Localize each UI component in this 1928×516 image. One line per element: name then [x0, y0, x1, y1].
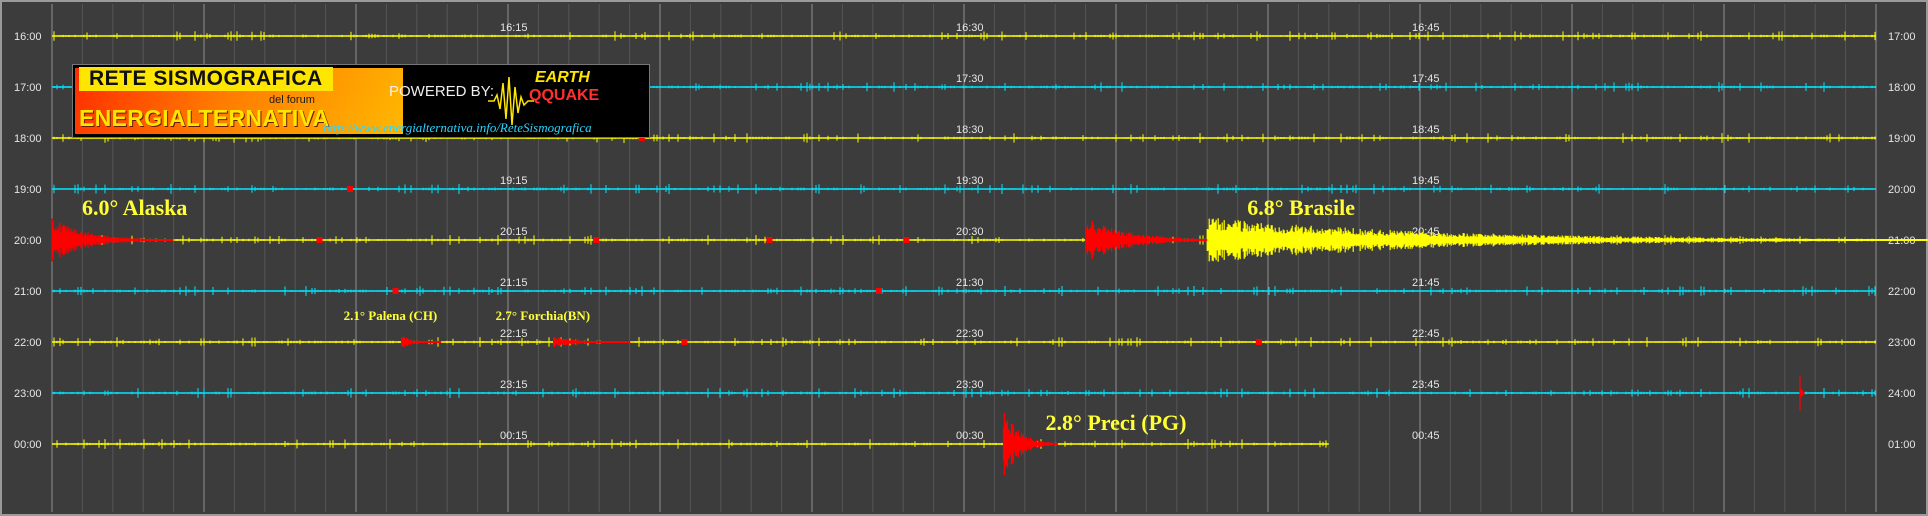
- detection-marker: [875, 288, 882, 294]
- seismic-event-waveform: [1799, 375, 1805, 411]
- row-end-time-label: 18:00: [1888, 82, 1916, 94]
- row-mid-time-label: 17:45: [1412, 73, 1440, 85]
- detection-marker: [593, 237, 600, 243]
- row-start-time-label: 17:00: [14, 82, 42, 94]
- row-mid-time-label: 22:45: [1412, 328, 1440, 340]
- row-mid-time-label: 21:45: [1412, 277, 1440, 289]
- row-mid-time-label: 19:45: [1412, 175, 1440, 187]
- row-mid-time-label: 16:15: [500, 22, 528, 34]
- row-mid-time-label: 00:15: [500, 430, 528, 442]
- event-annotation: 6.0° Alaska: [82, 195, 187, 220]
- row-mid-time-label: 00:45: [1412, 430, 1440, 442]
- detection-marker: [392, 288, 399, 294]
- row-end-time-label: 01:00: [1888, 439, 1916, 451]
- detection-marker: [346, 186, 353, 192]
- row-mid-time-label: 00:30: [956, 430, 984, 442]
- earthquake-logo-line1: EARTH: [535, 69, 590, 86]
- row-start-time-label: 22:00: [14, 337, 42, 349]
- row-start-time-label: 18:00: [14, 133, 42, 145]
- row-mid-time-label: 23:30: [956, 379, 984, 391]
- row-end-time-label: 20:00: [1888, 184, 1916, 196]
- seismic-event-waveform: [401, 336, 442, 348]
- row-end-time-label: 22:00: [1888, 286, 1916, 298]
- row-end-time-label: 17:00: [1888, 31, 1916, 43]
- event-annotation: 6.8° Brasile: [1247, 195, 1355, 220]
- row-start-time-label: 19:00: [14, 184, 42, 196]
- network-url: http://www.energialternativa.info/ReteSi…: [323, 120, 592, 135]
- powered-by-label: POWERED BY:: [389, 83, 495, 100]
- earthquake-logo-line2: QQUAKE: [529, 87, 600, 104]
- row-start-time-label: 16:00: [14, 31, 42, 43]
- row-end-time-label: 24:00: [1888, 388, 1916, 400]
- row-start-time-label: 23:00: [14, 388, 42, 400]
- network-logo-banner: RETE SISMOGRAFICA del forum ENERGIALTERN…: [72, 64, 650, 138]
- row-mid-time-label: 20:15: [500, 226, 528, 238]
- row-mid-time-label: 18:45: [1412, 124, 1440, 136]
- row-start-time-label: 20:00: [14, 235, 42, 247]
- row-end-time-label: 19:00: [1888, 133, 1916, 145]
- row-mid-time-label: 22:15: [500, 328, 528, 340]
- seismograph-frame: 16:00 17:00 16:15 16:30 16:45 17:00 18:00 17:30…: [0, 0, 1928, 516]
- row-mid-time-label: 16:45: [1412, 22, 1440, 34]
- logo-title: RETE SISMOGRAFICA: [79, 67, 333, 91]
- logo-brand: ENERGIALTERNATIVA: [79, 105, 330, 131]
- row-mid-time-label: 19:30: [956, 175, 984, 187]
- row-start-time-label: 21:00: [14, 286, 42, 298]
- row-mid-time-label: 17:30: [956, 73, 984, 85]
- event-annotation: 2.7° Forchia(BN): [496, 308, 591, 323]
- row-mid-time-label: 18:30: [956, 124, 984, 136]
- event-annotation: 2.8° Preci (PG): [1046, 410, 1187, 435]
- row-start-time-label: 00:00: [14, 439, 42, 451]
- row-mid-time-label: 23:15: [500, 379, 528, 391]
- seismic-event-waveform: [1206, 218, 1928, 262]
- row-mid-time-label: 23:45: [1412, 379, 1440, 391]
- row-mid-time-label: 16:30: [956, 22, 984, 34]
- detection-marker: [903, 237, 910, 243]
- detection-marker: [316, 237, 323, 243]
- seismic-event-waveform: [553, 336, 631, 348]
- row-mid-time-label: 21:15: [500, 277, 528, 289]
- row-mid-time-label: 20:30: [956, 226, 984, 238]
- row-mid-time-label: 21:30: [956, 277, 984, 289]
- detection-marker: [766, 237, 773, 243]
- event-annotation: 2.1° Palena (CH): [344, 308, 438, 323]
- row-end-time-label: 23:00: [1888, 337, 1916, 349]
- row-mid-time-label: 22:30: [956, 328, 984, 340]
- row-mid-time-label: 19:15: [500, 175, 528, 187]
- detection-marker: [681, 339, 688, 345]
- detection-marker: [1255, 339, 1262, 345]
